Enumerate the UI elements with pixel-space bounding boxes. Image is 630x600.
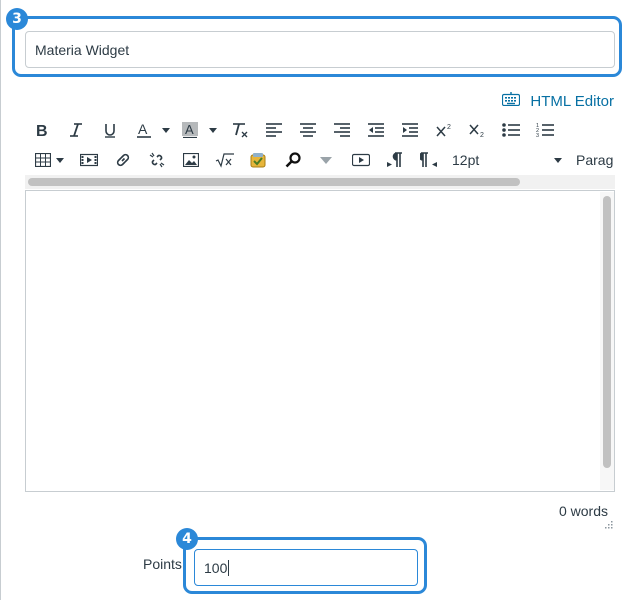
bullet-list-button[interactable]: [501, 118, 521, 142]
rtl-icon: [420, 152, 438, 168]
svg-text:2: 2: [447, 124, 451, 131]
text-color-icon: A: [136, 122, 152, 138]
table-button[interactable]: [33, 148, 53, 172]
background-color-dropdown[interactable]: [207, 118, 219, 142]
text-cursor: [228, 559, 230, 576]
underline-icon: [103, 122, 117, 138]
clear-formatting-button[interactable]: [230, 118, 250, 142]
record-media-button[interactable]: [350, 148, 372, 172]
align-center-icon: [300, 123, 316, 137]
record-icon: [352, 153, 370, 167]
underline-button[interactable]: [100, 118, 120, 142]
format-select[interactable]: Parag: [576, 148, 615, 172]
outdent-icon: [368, 123, 384, 137]
media-icon: [80, 153, 98, 167]
background-color-icon: A: [182, 122, 198, 138]
resize-handle-icon[interactable]: [603, 516, 613, 529]
text-color-dropdown[interactable]: [160, 118, 172, 142]
font-size-select[interactable]: 12pt: [452, 148, 562, 172]
superscript-icon: 2: [435, 122, 453, 138]
unlink-icon: [149, 152, 165, 168]
ltr-button[interactable]: [385, 148, 405, 172]
toolbar-scrollbar-thumb[interactable]: [28, 178, 520, 186]
math-button[interactable]: [214, 148, 236, 172]
outdent-button[interactable]: [366, 118, 386, 142]
points-label: Points: [143, 556, 182, 572]
text-color-button[interactable]: A: [134, 118, 154, 142]
chevron-down-icon: [554, 157, 562, 163]
svg-text:A: A: [138, 122, 148, 137]
image-button[interactable]: [181, 148, 201, 172]
rich-text-editor[interactable]: [25, 190, 615, 492]
apps-icon: [250, 152, 266, 168]
table-icon: [35, 153, 51, 167]
svg-text:B: B: [36, 123, 48, 138]
bold-button[interactable]: B: [32, 118, 52, 142]
align-left-button[interactable]: [264, 118, 284, 142]
step-badge-4: 4: [176, 528, 198, 550]
indent-button[interactable]: [400, 118, 420, 142]
align-right-icon: [334, 123, 350, 137]
superscript-button[interactable]: 2: [434, 118, 454, 142]
math-icon: [215, 152, 235, 168]
subscript-icon: 2: [468, 122, 486, 138]
italic-button[interactable]: [66, 118, 86, 142]
points-input-value: 100: [204, 559, 228, 576]
editor-scrollbar-thumb[interactable]: [603, 196, 611, 468]
title-input[interactable]: Materia Widget: [25, 31, 615, 68]
search-icon: [285, 152, 301, 168]
title-input-value: Materia Widget: [35, 41, 130, 58]
align-right-button[interactable]: [332, 118, 352, 142]
bold-icon: B: [35, 122, 49, 138]
clear-formatting-icon: [231, 122, 249, 138]
bullet-list-icon: [502, 123, 520, 137]
indent-icon: [402, 123, 418, 137]
step-badge-3: 3: [6, 8, 28, 30]
link-icon: [115, 152, 131, 168]
chevron-down-icon: [56, 157, 64, 163]
html-editor-label: HTML Editor: [530, 92, 614, 110]
numbered-list-button[interactable]: 123: [535, 118, 555, 142]
subscript-button[interactable]: 2: [467, 118, 487, 142]
keyboard-icon: [502, 92, 521, 110]
numbered-list-icon: 123: [536, 122, 554, 138]
svg-text:3: 3: [536, 133, 539, 138]
rtl-button[interactable]: [419, 148, 439, 172]
svg-text:2: 2: [480, 132, 484, 138]
align-left-icon: [266, 123, 282, 137]
format-value: Parag: [576, 152, 614, 168]
italic-icon: [69, 122, 83, 138]
link-button[interactable]: [113, 148, 133, 172]
chevron-down-icon: [320, 156, 332, 164]
media-button[interactable]: [79, 148, 99, 172]
align-center-button[interactable]: [298, 118, 318, 142]
background-color-button[interactable]: A: [180, 118, 200, 142]
html-editor-toggle[interactable]: HTML Editor: [502, 90, 614, 112]
image-icon: [183, 153, 199, 167]
ltr-icon: [386, 152, 404, 168]
font-size-value: 12pt: [452, 152, 480, 168]
word-count: 0 words: [558, 503, 608, 519]
search-button[interactable]: [283, 148, 303, 172]
points-input[interactable]: 100: [194, 549, 418, 586]
apps-button[interactable]: [248, 148, 268, 172]
table-dropdown[interactable]: [55, 148, 65, 172]
chevron-down-icon: [162, 127, 170, 133]
disabled-dropdown[interactable]: [318, 148, 334, 172]
unlink-button[interactable]: [147, 148, 167, 172]
svg-text:A: A: [185, 122, 194, 137]
page-left-border: [0, 0, 1, 600]
chevron-down-icon: [209, 127, 217, 133]
